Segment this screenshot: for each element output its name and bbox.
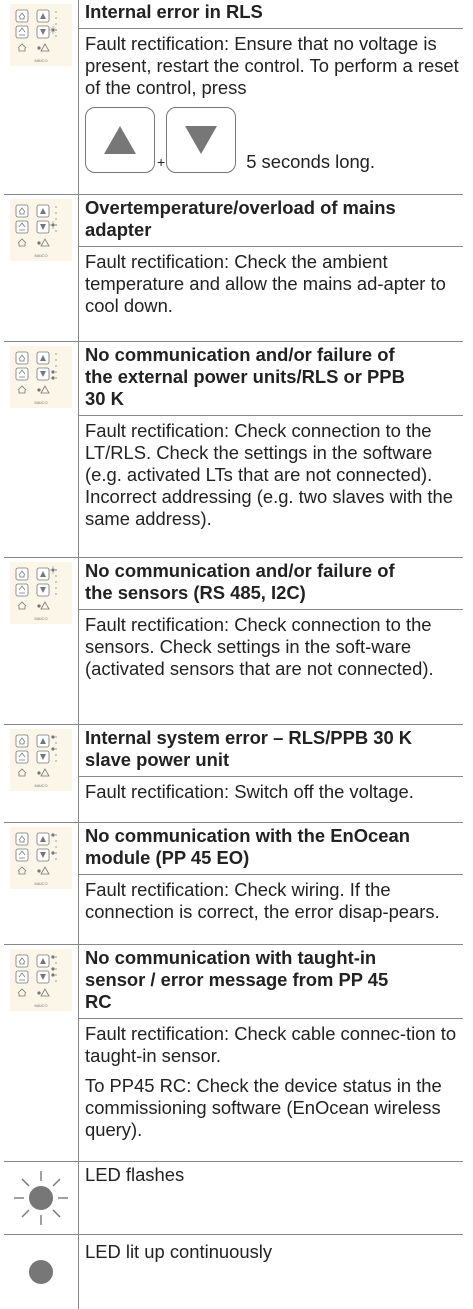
- reset-duration: 5 seconds long.: [246, 151, 376, 172]
- control-panel-icon: MAICO: [10, 827, 72, 889]
- svg-text:MAICO: MAICO: [34, 400, 47, 405]
- icon-cell: MAICO: [4, 195, 79, 342]
- fault-row-internal-system-error: MAICO Internal system error – RLS/PPB 30…: [4, 725, 463, 823]
- title-line: 30 K: [85, 388, 124, 409]
- fault-rectification: Fault rectification: Switch off the volt…: [79, 776, 463, 809]
- description-cell: Overtemperature/overload of mains adapte…: [79, 195, 463, 342]
- icon-cell: MAICO: [4, 558, 79, 725]
- description-cell: No communication and/or failure of the s…: [79, 558, 463, 725]
- legend-row-flash: LED flashes: [4, 1162, 463, 1235]
- fault-title: No communication and/or failure of the e…: [79, 342, 463, 415]
- fault-row-sensors: MAICO No communication and/or failure of…: [4, 558, 463, 725]
- description-cell: Internal system error – RLS/PPB 30 K sla…: [79, 725, 463, 823]
- legend-text-cell: LED lit up continuously: [79, 1235, 463, 1309]
- fault-table: MAICO Internal error in RLS Fault rectif…: [4, 0, 463, 1309]
- title-line: slave power unit: [85, 749, 230, 770]
- title-line: No communication with taught-in: [85, 947, 377, 968]
- fault-rectification: Fault rectification: Check the ambient t…: [79, 246, 463, 323]
- rectification-text: Fault rectification: Switch off the volt…: [85, 781, 414, 802]
- rectification-text: Fault rectification: Check cable connec-…: [85, 1023, 457, 1066]
- icon-cell: [4, 1162, 79, 1235]
- title-line: sensor / error message from PP 45: [85, 969, 389, 990]
- led-flashing-icon: [14, 1171, 68, 1225]
- fault-title: No communication with the EnOcean module…: [79, 823, 463, 874]
- svg-text:MAICO: MAICO: [34, 783, 47, 788]
- title-line: No communication and/or failure of: [85, 560, 395, 581]
- control-panel-icon: MAICO: [10, 199, 72, 261]
- fault-rectification: Fault rectification: Check connection to…: [79, 609, 463, 686]
- led-steady-icon: [29, 1260, 53, 1284]
- description-cell: Internal error in RLS Fault rectificatio…: [79, 0, 463, 195]
- fault-title: Internal system error – RLS/PPB 30 K sla…: [79, 725, 463, 776]
- plus-sign: +: [157, 154, 166, 170]
- fault-row-taught-in-sensor: MAICO No communication with taught-in se…: [4, 945, 463, 1162]
- rectification-text: To PP45 RC: Check the device status in t…: [85, 1075, 442, 1140]
- rectification-text: Fault rectification: Check the ambient t…: [85, 251, 446, 316]
- fault-title: No communication and/or failure of the s…: [79, 558, 463, 609]
- icon-cell: MAICO: [4, 0, 79, 195]
- fault-row-overtemperature: MAICO Overtemperature/overload of mains …: [4, 195, 463, 342]
- fault-row-internal-error-rls: MAICO Internal error in RLS Fault rectif…: [4, 0, 463, 195]
- description-cell: No communication and/or failure of the e…: [79, 342, 463, 558]
- rectification-text: Fault rectification: Check wiring. If th…: [85, 879, 440, 922]
- fault-title: Overtemperature/overload of mains adapte…: [79, 195, 463, 246]
- icon-cell: [4, 1235, 79, 1309]
- legend-flash-label: LED flashes: [85, 1164, 185, 1185]
- control-panel-icon: MAICO: [10, 4, 72, 66]
- title-line: module (PP 45 EO): [85, 847, 250, 868]
- fault-title: Internal error in RLS: [79, 0, 463, 28]
- icon-cell: MAICO: [4, 342, 79, 558]
- svg-text:MAICO: MAICO: [34, 881, 47, 886]
- fault-row-enocean-module: MAICO No communication with the EnOcean …: [4, 823, 463, 945]
- fault-rectification: Fault rectification: Check connection to…: [79, 415, 463, 536]
- legend-row-steady: LED lit up continuously: [4, 1235, 463, 1309]
- title-line: No communication with the EnOcean: [85, 825, 410, 846]
- svg-text:MAICO: MAICO: [34, 253, 47, 258]
- title-line: adapter: [85, 219, 152, 240]
- up-key-icon: [85, 107, 155, 173]
- icon-cell: MAICO: [4, 945, 79, 1162]
- icon-cell: MAICO: [4, 823, 79, 945]
- fault-rectification: Fault rectification: Check wiring. If th…: [79, 874, 463, 929]
- title-line: the external power units/RLS or PPB: [85, 366, 405, 387]
- title-line: Overtemperature/overload of mains: [85, 197, 396, 218]
- title-line: the sensors (RS 485, I2C): [85, 582, 306, 603]
- title-line: RC: [85, 991, 112, 1012]
- down-key-icon: [166, 107, 237, 173]
- title-line: No communication and/or failure of: [85, 344, 395, 365]
- control-panel-icon: MAICO: [10, 346, 72, 408]
- control-panel-icon: MAICO: [10, 562, 72, 624]
- description-cell: No communication with the EnOcean module…: [79, 823, 463, 945]
- fault-title: No communication with taught-in sensor /…: [79, 945, 463, 1018]
- fault-rectification: Fault rectification: Check cable connec-…: [79, 1018, 463, 1147]
- legend-text-cell: LED flashes: [79, 1162, 463, 1235]
- svg-text:MAICO: MAICO: [34, 1003, 47, 1008]
- title-line: Internal error in RLS: [85, 1, 263, 22]
- fault-rectification: Fault rectification: Ensure that no volt…: [79, 28, 463, 179]
- svg-text:MAICO: MAICO: [34, 616, 47, 621]
- rectification-text: Fault rectification: Check connection to…: [85, 420, 453, 529]
- svg-text:MAICO: MAICO: [34, 58, 47, 63]
- control-panel-icon: MAICO: [10, 949, 72, 1011]
- reset-key-combo: + 5 seconds long.: [85, 107, 459, 173]
- icon-cell: MAICO: [4, 725, 79, 823]
- description-cell: No communication with taught-in sensor /…: [79, 945, 463, 1162]
- fault-row-power-units: MAICO No communication and/or failure of…: [4, 342, 463, 558]
- rectification-text: Fault rectification: Ensure that no volt…: [85, 33, 459, 98]
- title-line: Internal system error – RLS/PPB 30 K: [85, 727, 413, 748]
- legend-steady-label: LED lit up continuously: [85, 1241, 273, 1262]
- rectification-text: Fault rectification: Check connection to…: [85, 614, 434, 679]
- control-panel-icon: MAICO: [10, 729, 72, 791]
